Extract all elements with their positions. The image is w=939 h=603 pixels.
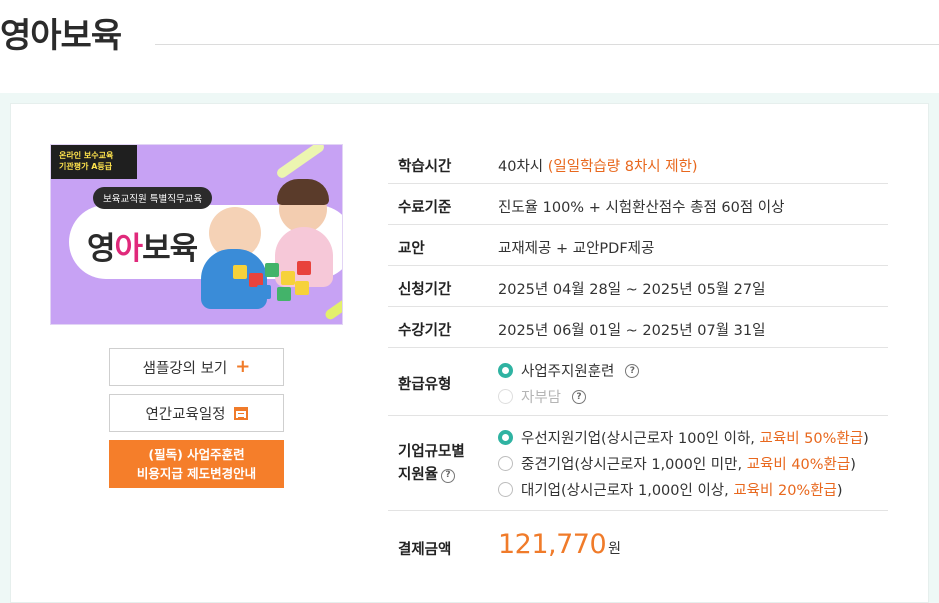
option-highlight: 교육비 40%환급 xyxy=(746,457,851,473)
course-logo: 영아보육 xyxy=(87,223,198,268)
info-label: 기업규모별 지원율? xyxy=(398,441,465,487)
info-row-completion: 수료기준 진도율 100% + 시험환산점수 총점 60점 이상 xyxy=(388,184,888,225)
radio-selected-icon[interactable] xyxy=(498,430,513,445)
ribbon-line: 기관평가 A등급 xyxy=(59,162,113,171)
info-label: 교안 xyxy=(398,241,425,257)
info-row-refund-type: 환급유형 사업주지원훈련 ? 자부담 ? xyxy=(388,348,888,416)
rate-option-midsize[interactable]: 중견기업(상시근로자 1,000인 미만, 교육비 40%환급) xyxy=(498,453,856,474)
option-text: ) xyxy=(850,457,856,473)
plus-icon: + xyxy=(235,356,251,377)
page-title: 영아보육 xyxy=(0,16,122,56)
option-label: 중견기업(상시근로자 1,000인 미만, 교육비 40%환급) xyxy=(521,453,856,474)
info-label: 학습시간 xyxy=(398,159,452,175)
info-row-apply-period: 신청기간 2025년 04월 28일 ~ 2025년 05월 27일 xyxy=(388,266,888,307)
info-value: 2025년 04월 28일 ~ 2025년 05월 27일 xyxy=(498,282,766,298)
title-divider xyxy=(155,44,939,45)
info-row-company-rate: 기업규모별 지원율? 우선지원기업(상시근로자 100인 이하, 교육비 50%… xyxy=(388,416,888,511)
course-category-badge: 보육교직원 특별직무교육 xyxy=(93,187,213,209)
info-row-textbook: 교안 교재제공 + 교안PDF제공 xyxy=(388,225,888,266)
option-label: 자부담 xyxy=(521,390,562,406)
course-info-table: 학습시간 40차시 (일일학습량 8차시 제한) 수료기준 진도율 100% +… xyxy=(388,143,888,583)
info-value: 진도율 100% + 시험환산점수 총점 60점 이상 xyxy=(498,200,785,216)
course-thumbnail: 온라인 보수교육 기관평가 A등급 보육교직원 특별직무교육 영아보육 xyxy=(50,144,343,325)
info-row-study-time: 학습시간 40차시 (일일학습량 8차시 제한) xyxy=(388,143,888,184)
toy-block xyxy=(277,287,291,301)
option-highlight: 교육비 20%환급 xyxy=(733,483,837,499)
subsidy-notice-button[interactable]: (필독) 사업주훈련 비용지급 제도변경안내 xyxy=(109,440,284,488)
decor-stripe xyxy=(275,145,326,180)
label-line: 지원율? xyxy=(398,464,465,487)
help-icon[interactable]: ? xyxy=(625,363,640,378)
option-label: 우선지원기업(상시근로자 100인 이하, 교육비 50%환급) xyxy=(521,427,869,448)
price-unit: 원 xyxy=(608,541,621,557)
toy-block xyxy=(297,261,311,275)
info-label: 수강기간 xyxy=(398,323,452,339)
info-row-course-period: 수강기간 2025년 06월 01일 ~ 2025년 07월 31일 xyxy=(388,307,888,348)
toy-block xyxy=(265,263,279,277)
option-text: 대기업(상시근로자 1,000인 이상, xyxy=(521,483,734,499)
label-text: 지원율 xyxy=(398,467,439,483)
sample-lecture-button[interactable]: 샘플강의 보기 + xyxy=(109,348,284,386)
rate-option-priority[interactable]: 우선지원기업(상시근로자 100인 이하, 교육비 50%환급) xyxy=(498,427,869,448)
rate-option-large[interactable]: 대기업(상시근로자 1,000인 이상, 교육비 20%환급) xyxy=(498,479,843,500)
calendar-icon xyxy=(233,406,248,420)
refund-option-employer[interactable]: 사업주지원훈련 ? xyxy=(498,360,640,381)
info-label: 신청기간 xyxy=(398,282,452,298)
notice-line: (필독) 사업주훈련 xyxy=(148,447,245,462)
study-time-value: 40차시 xyxy=(498,159,544,175)
option-text: ) xyxy=(863,431,869,447)
info-value: 2025년 06월 01일 ~ 2025년 07월 31일 xyxy=(498,323,766,339)
option-highlight: 교육비 50%환급 xyxy=(759,431,864,447)
logo-text: 영 xyxy=(87,231,116,267)
accreditation-ribbon: 온라인 보수교육 기관평가 A등급 xyxy=(51,145,137,179)
logo-text-accent: 아 xyxy=(114,231,144,267)
toy-block xyxy=(233,265,247,279)
annual-schedule-label: 연간교육일정 xyxy=(145,406,226,423)
radio-selected-icon[interactable] xyxy=(498,363,513,378)
sample-lecture-label: 샘플강의 보기 xyxy=(142,360,228,377)
radio-unselected-icon[interactable] xyxy=(498,482,513,497)
notice-line: 비용지급 제도변경안내 xyxy=(136,466,257,481)
toy-block xyxy=(295,281,309,295)
option-text: 중견기업(상시근로자 1,000인 미만, xyxy=(521,457,747,473)
price-value: 121,770 xyxy=(498,529,607,560)
toy-block xyxy=(281,271,295,285)
info-value: 교재제공 + 교안PDF제공 xyxy=(498,241,655,257)
info-label: 결제금액 xyxy=(398,542,452,558)
info-value: 40차시 (일일학습량 8차시 제한) xyxy=(498,155,698,176)
option-label: 사업주지원훈련 xyxy=(521,364,615,380)
option-label: 대기업(상시근로자 1,000인 이상, 교육비 20%환급) xyxy=(521,479,843,500)
toy-block xyxy=(257,285,271,299)
label-line: 기업규모별 xyxy=(398,444,465,460)
info-label: 환급유형 xyxy=(398,377,452,393)
radio-unselected-icon[interactable] xyxy=(498,456,513,471)
info-label: 수료기준 xyxy=(398,200,452,216)
annual-schedule-button[interactable]: 연간교육일정 xyxy=(109,394,284,432)
option-text: ) xyxy=(836,483,843,499)
radio-disabled-icon xyxy=(498,389,513,404)
payment-amount: 121,770 원 xyxy=(498,529,621,560)
option-text: 우선지원기업(상시근로자 100인 이하, xyxy=(521,431,760,447)
study-time-note: (일일학습량 8차시 제한) xyxy=(547,159,698,175)
info-row-payment: 결제금액 121,770 원 xyxy=(388,511,888,583)
help-icon[interactable]: ? xyxy=(441,468,456,483)
ribbon-line: 온라인 보수교육 xyxy=(59,151,114,160)
refund-option-self-pay[interactable]: 자부담 ? xyxy=(498,386,587,407)
help-icon[interactable]: ? xyxy=(572,389,587,404)
child-illustration xyxy=(277,179,329,205)
logo-text: 보육 xyxy=(142,231,198,267)
